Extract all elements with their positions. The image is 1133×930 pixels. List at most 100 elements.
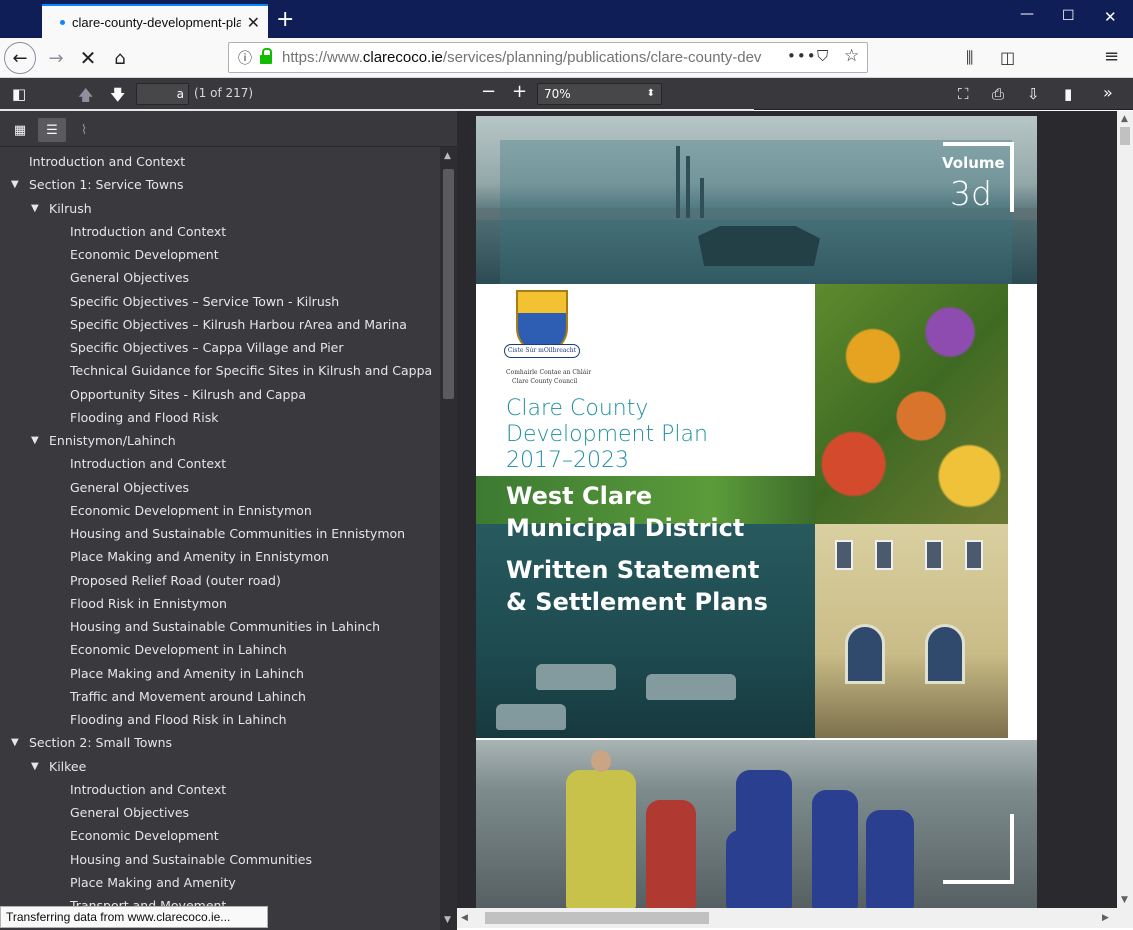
presentation-mode-icon[interactable]: ⛶ xyxy=(958,85,969,103)
outline-item-label: Flooding and Flood Risk in Lahinch xyxy=(70,712,287,727)
forward-arrow-icon[interactable]: → xyxy=(40,42,72,74)
expand-triangle-icon[interactable]: ▼ xyxy=(31,757,39,777)
outline-item-label: Flood Risk in Ennistymon xyxy=(70,595,227,611)
outline-item[interactable]: Flooding and Flood Risk xyxy=(70,408,218,428)
expand-triangle-icon[interactable]: ▼ xyxy=(11,175,19,195)
viewer-vertical-scrollbar[interactable]: ▲ ▼ xyxy=(1117,111,1133,908)
tools-menu-icon[interactable]: » xyxy=(1103,83,1113,102)
previous-page-icon[interactable]: 🡅 xyxy=(78,85,93,110)
outline-item[interactable]: Place Making and Amenity xyxy=(70,873,236,893)
scroll-up-icon[interactable]: ▲ xyxy=(444,151,451,161)
outline-item-label: Flooding and Flood Risk xyxy=(70,409,219,425)
pdf-toolbar: ◧ 🡅 🡇 a (1 of 217) − + 70% ⬍ ⛶ ⎙ ⇩ ▮ » xyxy=(0,78,1133,110)
outline-item-label: Traffic and Movement around Lahinch xyxy=(70,688,306,704)
window-close-icon[interactable]: ✕ xyxy=(1104,8,1117,26)
outline-item[interactable]: Proposed Relief Road (outer road) xyxy=(70,571,281,591)
secure-lock-icon[interactable] xyxy=(260,47,272,64)
outline-item[interactable]: Introduction and Context xyxy=(70,454,226,474)
viewer-hscroll-thumb[interactable] xyxy=(485,912,709,924)
outline-item[interactable]: Introduction and Context xyxy=(29,152,185,172)
scroll-down-icon[interactable]: ▼ xyxy=(444,915,451,925)
expand-triangle-icon[interactable]: ▼ xyxy=(31,431,39,451)
outline-item[interactable]: Opportunity Sites - Kilrush and Cappa xyxy=(70,385,306,405)
outline-item[interactable]: Place Making and Amenity in Ennistymon xyxy=(70,547,329,567)
maximize-icon[interactable]: ☐ xyxy=(1062,8,1075,24)
select-caret-icon: ⬍ xyxy=(646,88,655,99)
outline-item[interactable]: Specific Objectives – Kilrush Harbou rAr… xyxy=(70,315,407,335)
plan-title-line2: Development Plan xyxy=(506,422,708,447)
attachments-icon[interactable]: ⌇ xyxy=(70,118,98,142)
zoom-out-icon[interactable]: − xyxy=(481,81,496,102)
outline-item[interactable]: Technical Guidance for Specific Sites in… xyxy=(70,361,432,381)
next-page-icon[interactable]: 🡇 xyxy=(110,85,125,110)
home-icon[interactable]: ⌂ xyxy=(104,42,136,74)
new-tab-icon[interactable]: + xyxy=(276,7,294,32)
page-actions-icon[interactable]: ••• xyxy=(787,47,817,65)
outline-item[interactable]: Flooding and Flood Risk in Lahinch xyxy=(70,710,287,730)
outline-item[interactable]: General Objectives xyxy=(70,268,189,288)
print-icon[interactable]: ⎙ xyxy=(992,85,1004,103)
outline-item-label: Introduction and Context xyxy=(70,781,227,797)
outline-item[interactable]: Economic Development xyxy=(70,245,219,265)
outline-item[interactable]: Flood Risk in Ennistymon xyxy=(70,594,227,614)
page-number-input[interactable]: a xyxy=(136,83,189,105)
outline-item-label: Place Making and Amenity in Ennistymon xyxy=(70,549,329,565)
outline-item[interactable]: Specific Objectives – Cappa Village and … xyxy=(70,338,344,358)
outline-item[interactable]: Place Making and Amenity in Lahinch xyxy=(70,664,304,684)
sidebar-toggle-icon[interactable]: ◫ xyxy=(1000,48,1015,67)
outline-item[interactable]: Housing and Sustainable Communities in E… xyxy=(70,524,405,544)
outline-item[interactable]: ▼ Ennistymon/Lahinch xyxy=(31,431,176,451)
outline-item[interactable]: Traffic and Movement around Lahinch xyxy=(70,687,306,707)
pocket-icon[interactable]: ⛉ xyxy=(817,47,828,65)
title-bar: clare-county-development-plan ✕ + — ☐ ✕ xyxy=(0,0,1133,38)
tab-active[interactable]: clare-county-development-plan ✕ xyxy=(42,4,268,38)
status-bar: Transferring data from www.clarecoco.ie.… xyxy=(0,906,268,928)
stop-loading-icon[interactable]: ✕ xyxy=(72,42,104,74)
url-text[interactable]: https://www.clarecoco.ie/services/planni… xyxy=(282,49,762,66)
outline-item[interactable]: ▼ Kilrush xyxy=(31,199,92,219)
outline-item[interactable]: ▼ Section 1: Service Towns xyxy=(11,175,184,195)
outline-item[interactable]: General Objectives xyxy=(70,803,189,823)
site-info-icon[interactable]: ⓘ xyxy=(238,48,252,68)
bookmark-icon[interactable]: ▮ xyxy=(1064,85,1072,103)
outline-icon[interactable]: ☰ xyxy=(38,118,66,142)
back-arrow-icon[interactable]: ← xyxy=(4,42,36,74)
expand-triangle-icon[interactable]: ▼ xyxy=(31,199,39,219)
viewer-scroll-down-icon[interactable]: ▼ xyxy=(1121,895,1128,905)
outline-item[interactable]: Specific Objectives – Service Town - Kil… xyxy=(70,292,339,312)
zoom-in-icon[interactable]: + xyxy=(512,81,527,102)
toggle-sidebar-icon[interactable]: ◧ xyxy=(12,85,26,103)
minimize-icon[interactable]: — xyxy=(1020,6,1034,22)
outline-item[interactable]: Introduction and Context xyxy=(70,780,226,800)
navigation-bar: ← → ✕ ⌂ ⓘ https://www.clarecoco.ie/servi… xyxy=(0,38,1133,78)
download-icon[interactable]: ⇩ xyxy=(1027,85,1040,103)
sidebar-scroll-thumb[interactable] xyxy=(443,169,454,399)
sidebar-scrollbar[interactable]: ▲ ▼ xyxy=(440,147,457,930)
outline-item[interactable]: Housing and Sustainable Communities in L… xyxy=(70,617,380,637)
outline-item[interactable]: General Objectives xyxy=(70,478,189,498)
address-bar[interactable]: ⓘ https://www.clarecoco.ie/services/plan… xyxy=(228,42,868,73)
expand-triangle-icon[interactable]: ▼ xyxy=(11,733,19,753)
outline-item[interactable]: Economic Development xyxy=(70,826,219,846)
close-tab-icon[interactable]: ✕ xyxy=(247,13,260,32)
zoom-select[interactable]: 70% ⬍ xyxy=(537,83,662,105)
council-name-irish: Comhairle Contae an Chláir xyxy=(506,369,592,376)
viewer-vscroll-thumb[interactable] xyxy=(1120,127,1130,145)
thumbnails-icon[interactable]: ▦ xyxy=(6,118,34,142)
council-crest-icon: Ciste Súr mOilbreacht xyxy=(504,290,580,358)
library-icon[interactable]: ⫼ xyxy=(966,48,973,68)
bookmark-star-icon[interactable]: ☆ xyxy=(844,46,859,66)
outline-item[interactable]: Economic Development in Ennistymon xyxy=(70,501,312,521)
outline-item[interactable]: Introduction and Context xyxy=(70,222,226,242)
outline-item[interactable]: Economic Development in Lahinch xyxy=(70,640,287,660)
outline-item[interactable]: ▼ Kilkee xyxy=(31,757,86,777)
menu-hamburger-icon[interactable]: ≡ xyxy=(1104,46,1119,67)
corner-bracket-bottom xyxy=(943,814,1014,884)
outline-item[interactable]: ▼ Section 2: Small Towns xyxy=(11,733,172,753)
outline-item[interactable]: Housing and Sustainable Communities xyxy=(70,850,312,870)
viewer-scroll-up-icon[interactable]: ▲ xyxy=(1121,114,1128,124)
viewer-scroll-right-icon[interactable]: ▶ xyxy=(1102,913,1109,923)
viewer-scroll-left-icon[interactable]: ◀ xyxy=(461,913,468,923)
district-line2: Municipal District xyxy=(506,514,745,542)
viewer-horizontal-scrollbar[interactable]: ◀ ▶ xyxy=(457,908,1133,928)
